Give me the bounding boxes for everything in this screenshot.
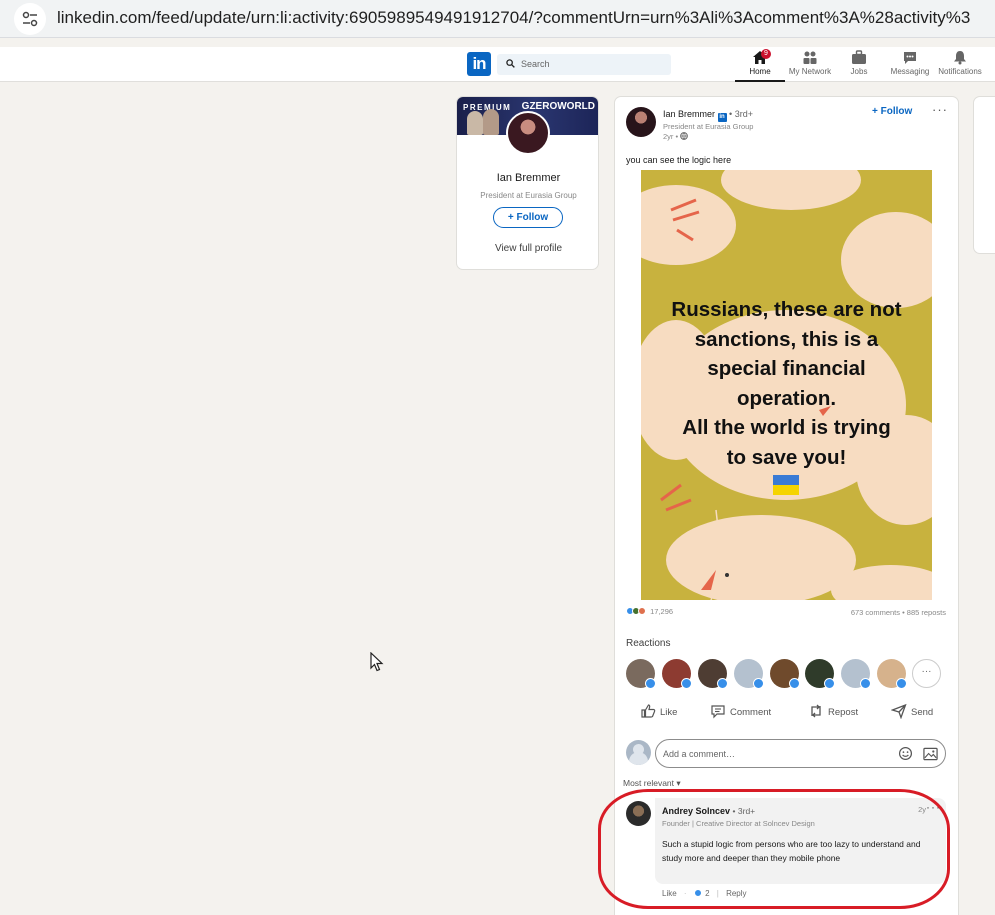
comment-input[interactable]: Add a comment… — [655, 739, 946, 768]
right-sidebar-card — [973, 96, 995, 254]
search-icon — [506, 59, 515, 68]
reactor-avatar[interactable] — [698, 659, 728, 689]
notification-badge: 9 — [761, 49, 771, 59]
search-input[interactable]: Search — [497, 54, 671, 75]
banner-figure — [467, 111, 483, 135]
current-user-avatar[interactable] — [626, 740, 651, 765]
view-full-profile-link[interactable]: View full profile — [457, 243, 598, 254]
nav-messaging-label: Messaging — [890, 67, 930, 76]
post-author-title: President at Eurasia Group — [663, 122, 754, 131]
bell-icon — [954, 51, 966, 65]
nav-notifications-label: Notifications — [938, 67, 982, 76]
send-icon — [890, 703, 907, 720]
post-age-text: 2yr • — [663, 132, 679, 141]
post-author-name[interactable]: Ian Bremmer — [663, 109, 715, 119]
messaging-icon — [904, 52, 916, 64]
profile-avatar[interactable] — [506, 111, 550, 155]
repost-button[interactable]: Repost — [808, 703, 858, 719]
banner-brand: GZEROWORLD — [521, 101, 595, 112]
thumbs-up-icon — [641, 704, 656, 718]
reactor-avatar[interactable] — [662, 659, 692, 689]
comment-button[interactable]: Comment — [710, 703, 771, 719]
image-caption-line: Russians, these are not — [671, 298, 902, 321]
image-caption-line: operation. — [736, 386, 837, 410]
briefcase-icon — [852, 50, 866, 64]
post-text: you can see the logic here — [626, 155, 732, 165]
comment-placeholder: Add a comment… — [663, 749, 736, 759]
more-reactors-button[interactable]: ··· — [912, 659, 941, 688]
post-action-bar: Like Comment Repost Send — [615, 703, 958, 725]
post-more-icon[interactable]: ··· — [932, 102, 948, 117]
comment-icon — [711, 705, 725, 719]
love-reaction-icon — [638, 607, 646, 615]
reactor-avatar[interactable] — [770, 659, 800, 689]
like-label: Like — [660, 707, 678, 718]
repost-label: Repost — [828, 707, 859, 718]
image-caption-line: to save you! — [726, 445, 847, 469]
author-profile-card: PREMIUM GZEROWORLD Ian Bremmer President… — [456, 96, 599, 270]
browser-address-bar: linkedin.com/feed/update/urn:li:activity… — [0, 0, 995, 38]
connection-degree: • 3rd+ — [729, 109, 753, 119]
profile-title: President at Eurasia Group — [480, 191, 577, 200]
profile-follow-button[interactable]: + Follow — [493, 207, 563, 228]
image-icon[interactable] — [923, 747, 938, 761]
red-highlight-annotation — [598, 789, 950, 909]
nav-messaging[interactable]: Messaging — [888, 47, 932, 82]
image-caption: Russians, these are not sanctions, this … — [641, 295, 932, 472]
banner-figure — [483, 109, 499, 135]
like-button[interactable]: Like — [640, 703, 677, 719]
profile-name[interactable]: Ian Bremmer — [457, 172, 598, 184]
nav-jobs[interactable]: Jobs — [840, 47, 878, 82]
image-caption-line: All the world is trying — [682, 416, 891, 439]
image-caption-line: special financial — [707, 357, 866, 380]
site-settings-icon[interactable] — [14, 3, 46, 35]
url-field[interactable]: linkedin.com/feed/update/urn:li:activity… — [57, 8, 970, 28]
image-caption-line: sanctions, this is a — [694, 327, 879, 351]
comment-sort-dropdown[interactable]: Most relevant ▾ — [623, 778, 681, 789]
post-follow-button[interactable]: + Follow — [872, 106, 912, 117]
reactions-heading: Reactions — [626, 638, 671, 649]
reactor-avatar[interactable] — [841, 659, 871, 689]
nav-my-network[interactable]: My Network — [786, 47, 834, 82]
post-age: 2yr • — [663, 132, 689, 141]
reaction-summary[interactable]: 17,296 — [626, 607, 673, 616]
nav-jobs-label: Jobs — [850, 67, 868, 76]
nav-home-label: Home — [749, 67, 771, 76]
top-nav: in Search Home 9 My Network Jobs Messagi… — [0, 47, 995, 82]
reactor-avatar[interactable] — [877, 659, 907, 689]
send-label: Send — [911, 707, 934, 718]
repost-icon — [811, 704, 821, 718]
linkedin-badge-icon: in — [717, 113, 727, 122]
post-author-line: Ian Bremmer in • 3rd+ — [663, 109, 753, 122]
comments-reposts-count[interactable]: 673 comments • 885 reposts — [851, 608, 946, 617]
search-placeholder: Search — [521, 59, 550, 69]
mouse-cursor-icon — [370, 652, 384, 672]
linkedin-logo[interactable]: in — [467, 52, 491, 76]
network-icon — [803, 51, 817, 64]
reaction-count: 17,296 — [650, 607, 674, 616]
send-button[interactable]: Send — [890, 703, 934, 720]
reactor-avatar[interactable] — [626, 659, 656, 689]
post-image[interactable]: Russians, these are not sanctions, this … — [641, 170, 932, 600]
nav-notifications[interactable]: Notifications — [935, 47, 985, 82]
emoji-icon[interactable] — [898, 746, 913, 761]
globe-icon — [680, 132, 689, 140]
author-avatar[interactable] — [626, 107, 656, 137]
comment-label: Comment — [730, 707, 772, 718]
nav-my-network-label: My Network — [788, 67, 832, 76]
reactor-avatar[interactable] — [734, 659, 764, 689]
nav-home[interactable]: Home 9 — [735, 47, 785, 82]
reactor-avatar[interactable] — [805, 659, 835, 689]
